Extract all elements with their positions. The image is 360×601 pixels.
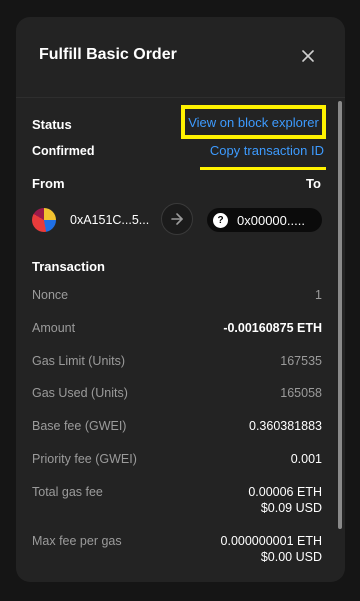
amount-label: Amount xyxy=(32,321,76,335)
arrow-right-icon xyxy=(171,213,183,225)
from-address[interactable]: 0xA151C...5... xyxy=(70,213,149,227)
status-value: Confirmed xyxy=(32,144,95,158)
from-account-avatar xyxy=(32,208,56,232)
nonce-value: 1 xyxy=(315,288,322,302)
transaction-heading: Transaction xyxy=(32,259,105,274)
copy-link-highlight xyxy=(200,167,326,170)
transaction-details-modal: Fulfill Basic Order Status View on block… xyxy=(16,17,345,582)
amount-value: -0.00160875 ETH xyxy=(223,321,322,335)
gas-used-label: Gas Used (Units) xyxy=(32,386,128,400)
close-icon xyxy=(302,50,314,62)
close-button[interactable] xyxy=(296,44,320,68)
total-gas-fee-eth: 0.00006 ETH xyxy=(248,485,322,499)
unknown-address-icon: ? xyxy=(213,212,228,228)
nonce-label: Nonce xyxy=(32,288,69,302)
base-fee-label: Base fee (GWEI) xyxy=(32,419,127,433)
total-gas-fee-usd: $0.09 USD xyxy=(260,501,322,515)
modal-header: Fulfill Basic Order xyxy=(16,17,345,97)
to-label: To xyxy=(306,176,321,191)
base-fee-value: 0.360381883 xyxy=(249,419,322,433)
priority-fee-value: 0.001 xyxy=(290,452,322,466)
view-on-explorer-link[interactable]: View on block explorer xyxy=(188,115,319,130)
gas-limit-value: 167535 xyxy=(280,354,322,368)
header-divider xyxy=(16,97,345,98)
from-label: From xyxy=(32,176,65,191)
gas-limit-label: Gas Limit (Units) xyxy=(32,354,126,368)
explorer-link-highlight: View on block explorer xyxy=(181,105,326,139)
modal-title: Fulfill Basic Order xyxy=(39,46,177,63)
max-fee-eth: 0.000000001 ETH xyxy=(220,534,322,548)
max-fee-usd: $0.00 USD xyxy=(260,550,322,564)
transfer-direction xyxy=(161,203,193,235)
copy-transaction-id-link[interactable]: Copy transaction ID xyxy=(209,143,324,158)
gas-used-value: 165058 xyxy=(280,386,322,400)
status-label: Status xyxy=(32,117,72,132)
max-fee-label: Max fee per gas xyxy=(32,534,122,548)
total-gas-fee-label: Total gas fee xyxy=(32,485,103,499)
to-address: 0x00000..... xyxy=(237,212,305,228)
priority-fee-label: Priority fee (GWEI) xyxy=(32,452,137,466)
to-address-pill[interactable]: ? 0x00000..... xyxy=(207,208,322,232)
scrollbar[interactable] xyxy=(338,101,342,529)
